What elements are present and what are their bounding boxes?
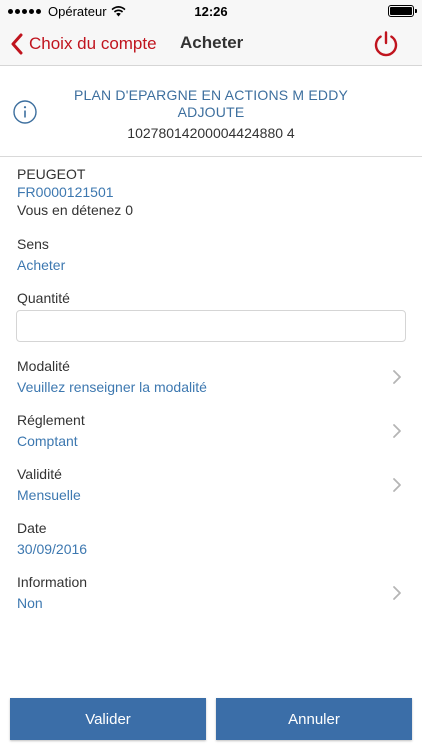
field-sens-value: Acheter [17,257,66,273]
security-name: PEUGEOT [17,166,86,182]
back-button[interactable]: Choix du compte [10,30,157,58]
field-sens-label: Sens [17,236,49,252]
power-icon [374,31,398,57]
field-reglement[interactable]: Réglement Comptant [0,412,422,454]
validate-button[interactable]: Valider [10,698,206,740]
field-quantite-label: Quantité [17,290,70,306]
field-date-value: 30/09/2016 [17,541,88,557]
chevron-right-icon [393,586,401,600]
cancel-button[interactable]: Annuler [216,698,412,740]
field-information[interactable]: Information Non [0,574,422,616]
field-modalite[interactable]: Modalité Veuillez renseigner la modalité [0,358,422,400]
page-title: Acheter [180,33,244,52]
chevron-left-icon [11,33,23,55]
field-sens: Sens Acheter [0,236,422,276]
info-icon [13,100,37,124]
field-validite[interactable]: Validité Mensuelle [0,466,422,508]
status-bar: Opérateur 12:26 [0,0,422,22]
chevron-right-icon [393,370,401,384]
field-validite-value: Mensuelle [17,487,81,503]
field-reglement-label: Réglement [17,412,85,428]
quantity-input[interactable] [16,310,406,342]
status-time: 12:26 [194,4,228,19]
field-modalite-label: Modalité [17,358,70,374]
battery-icon [388,5,417,17]
logout-button[interactable] [372,30,400,58]
chevron-right-icon [393,424,401,438]
account-name: PLAN D'EPARGNE EN ACTIONS M EDDY ADJOUTE [73,87,349,120]
security-block: PEUGEOT FR0000121501 Vous en détenez 0 [0,166,422,222]
account-info-button[interactable] [13,100,37,124]
field-information-label: Information [17,574,88,590]
field-modalite-value: Veuillez renseigner la modalité [17,379,207,395]
security-isin[interactable]: FR0000121501 [17,184,114,200]
security-holding: Vous en détenez 0 [17,202,133,218]
field-validite-label: Validité [17,466,62,482]
field-date-label: Date [17,520,47,536]
account-number: 10278014200004424880 4 [127,125,295,141]
nav-bar: Choix du compte Acheter [0,22,422,66]
field-date: Date 30/09/2016 [0,520,422,562]
field-reglement-value: Comptant [17,433,78,449]
field-information-value: Non [17,595,43,611]
account-header: PLAN D'EPARGNE EN ACTIONS M EDDY ADJOUTE… [0,67,422,157]
field-quantite: Quantité [0,290,422,344]
back-button-label: Choix du compte [29,34,157,53]
chevron-right-icon [393,478,401,492]
